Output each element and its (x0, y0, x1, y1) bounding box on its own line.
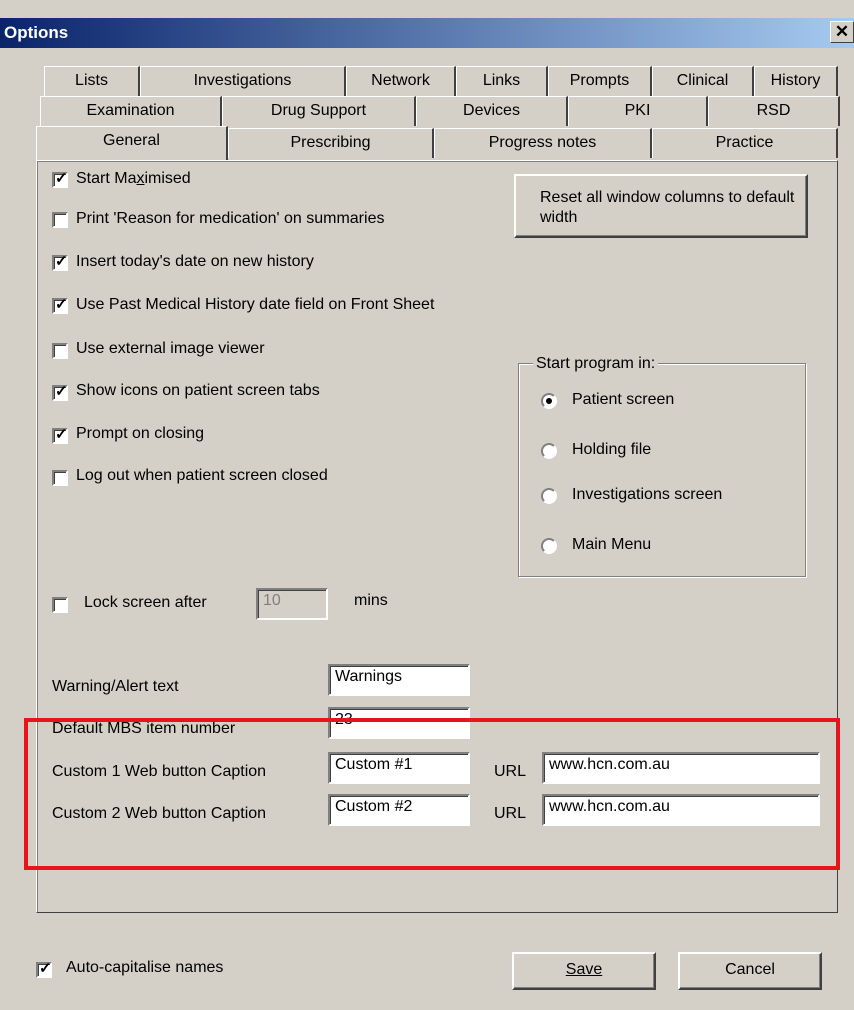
save-button[interactable]: Save (512, 952, 656, 990)
tab-prescribing[interactable]: Prescribing (228, 128, 434, 158)
auto-capitalise-label: Auto-capitalise names (66, 959, 224, 976)
warning-alert-input[interactable]: Warnings (328, 664, 470, 696)
tab-progress-notes[interactable]: Progress notes (434, 128, 652, 158)
reset-columns-button[interactable]: Reset all window columns to default widt… (514, 174, 808, 238)
radio-patient-screen-label: Patient screen (572, 391, 675, 408)
tab-network[interactable]: Network (346, 66, 456, 96)
show-icons-label: Show icons on patient screen tabs (76, 382, 320, 399)
cancel-label: Cancel (725, 961, 775, 978)
tab-lists[interactable]: Lists (44, 66, 140, 96)
tab-rsd[interactable]: RSD (708, 96, 840, 126)
start-program-legend: Start program in: (533, 355, 659, 373)
tab-general[interactable]: General (36, 126, 228, 160)
tab-clinical[interactable]: Clinical (652, 66, 754, 96)
lock-screen-label: Lock screen after (84, 594, 207, 611)
lock-minutes-unit: mins (354, 592, 388, 609)
radio-holding-file-label: Holding file (572, 441, 652, 458)
reset-columns-label: Reset all window columns to default widt… (540, 189, 795, 226)
lock-minutes-input[interactable]: 10 (256, 588, 328, 620)
warning-alert-label: Warning/Alert text (52, 678, 179, 695)
close-icon[interactable]: ✕ (830, 21, 854, 43)
options-dialog: Options ✕ Lists Investigations Network L… (0, 0, 854, 1010)
use-pmh-date-label: Use Past Medical History date field on F… (76, 296, 435, 313)
cancel-button[interactable]: Cancel (678, 952, 822, 990)
radio-investigations-screen-label: Investigations screen (572, 486, 723, 503)
prompt-on-closing-label: Prompt on closing (76, 425, 205, 442)
radio-main-menu-label: Main Menu (572, 536, 652, 553)
tab-prompts[interactable]: Prompts (548, 66, 652, 96)
title-bar[interactable]: Options ✕ (0, 18, 854, 48)
log-out-label: Log out when patient screen closed (76, 467, 328, 484)
tab-history[interactable]: History (754, 66, 838, 96)
insert-date-label: Insert today's date on new history (76, 253, 314, 270)
save-label: Save (565, 961, 603, 978)
tab-devices[interactable]: Devices (416, 96, 568, 126)
highlight-box (24, 718, 840, 870)
tab-investigations[interactable]: Investigations (140, 66, 346, 96)
tab-drug-support[interactable]: Drug Support (222, 96, 416, 126)
start-maximised-label: Start Maximised (76, 170, 191, 187)
tab-links[interactable]: Links (456, 66, 548, 96)
tab-examination[interactable]: Examination (40, 96, 222, 126)
print-reason-label: Print 'Reason for medication' on summari… (76, 210, 385, 227)
tab-practice[interactable]: Practice (652, 128, 838, 158)
tab-pki[interactable]: PKI (568, 96, 708, 126)
external-image-viewer-label: Use external image viewer (76, 340, 265, 357)
window-title: Options (4, 23, 69, 42)
